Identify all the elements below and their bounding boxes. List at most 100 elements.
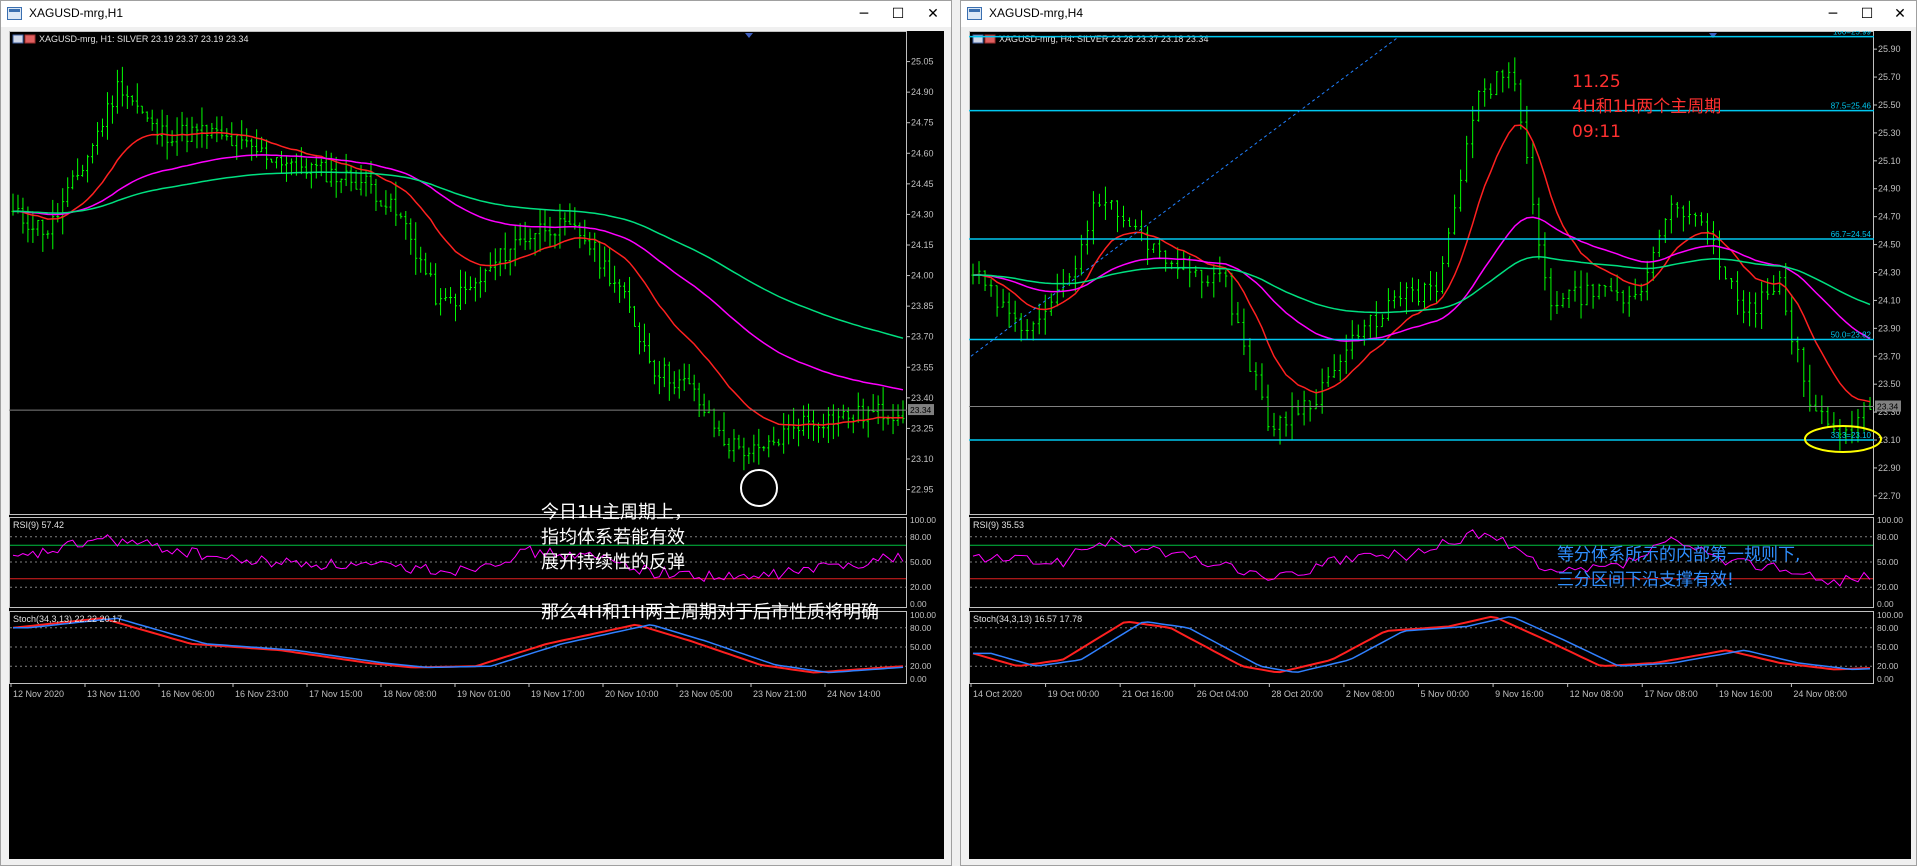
annotation-blue-line: 等分体系所示的内部第一规则下, [1557,545,1800,565]
time-tick-label: 13 Nov 11:00 [87,689,140,699]
minimize-button[interactable]: ─ [849,3,879,25]
time-tick-label: 12 Nov 08:00 [1570,689,1624,699]
stoch-signal-line [973,616,1871,673]
ema-mid-line [972,216,1871,342]
rsi-tick-label: 0.00 [910,599,927,609]
annotation-red-line: 4H和1H两个主周期 [1572,97,1721,117]
chart-info-line: XAGUSD-mrg, H1: SILVER 23.19 23.37 23.19… [39,34,248,44]
annotation-text-line: 今日1H主周期上， [541,502,692,523]
stoch-tick-label: 20.00 [910,661,932,671]
ema-fast-line [12,131,903,427]
price-tick-label: 24.30 [911,209,934,219]
chart-window-icon [7,7,22,20]
price-tick-label: 24.00 [911,271,934,281]
rsi-tick-label: 0.00 [1877,599,1894,609]
price-tick-label: 23.85 [911,301,934,311]
price-tick-label: 23.55 [911,362,934,372]
price-tick-label: 23.40 [911,393,934,403]
rsi-tick-label: 20.00 [1877,582,1899,592]
rsi-label: RSI(9) 57.42 [13,520,64,530]
maximize-button[interactable]: ☐ [883,3,913,25]
stoch-main-line [972,615,1871,674]
close-button[interactable]: ✕ [918,3,948,25]
time-tick-label: 5 Nov 00:00 [1421,689,1470,699]
current-price-label: 23.34 [1877,402,1899,412]
left-titlebar[interactable]: XAGUSD-mrg,H1 ─ ☐ ✕ [1,1,951,27]
time-tick-label: 24 Nov 08:00 [1793,689,1847,699]
stoch-signal-line [13,617,904,674]
price-tick-label: 24.45 [911,179,934,189]
price-tick-label: 24.90 [911,87,934,97]
price-tick-label: 23.50 [1878,379,1901,389]
annotation-text-line: 指均体系若能有效 [541,527,685,548]
time-tick-label: 26 Oct 04:00 [1197,689,1249,699]
highlight-circle [740,469,778,507]
annotation-text-line: 那么4H和1H两主周期对于后市性质将明确 [541,602,879,623]
annotation-text-line: 展开持续性的反弹 [541,552,685,573]
rsi-tick-label: 100.00 [1877,515,1903,525]
time-tick-label: 20 Nov 10:00 [605,689,659,699]
left-window-title: XAGUSD-mrg,H1 [29,6,124,20]
price-tick-label: 22.90 [1878,463,1901,473]
time-tick-label: 18 Nov 08:00 [383,689,437,699]
time-tick-label: 19 Nov 16:00 [1719,689,1773,699]
time-tick-label: 9 Nov 16:00 [1495,689,1544,699]
price-tick-label: 22.70 [1878,491,1901,501]
chart-window-icon [967,7,982,20]
stoch-tick-label: 80.00 [910,623,932,633]
stoch-tick-label: 100.00 [1877,610,1903,620]
price-tick-label: 23.10 [911,454,934,464]
time-tick-label: 28 Oct 20:00 [1271,689,1323,699]
price-tick-label: 24.60 [911,148,934,158]
left-chart-area[interactable]: 25.05 24.90 24.75 24.60 24.45 24.30 24.15 24.00… [9,31,944,859]
price-tick-label: 22.95 [911,485,934,495]
left-chart-svg[interactable]: 25.05 24.90 24.75 24.60 24.45 24.30 24.15 24.00… [9,31,944,859]
price-tick-label: 25.50 [1878,100,1901,110]
price-tick-label: 24.10 [1878,295,1901,305]
rsi-tick-label: 80.00 [910,532,932,542]
ema-slow-line [12,171,904,339]
stoch-label: Stoch(34,3,13) 16.57 17.78 [973,614,1082,624]
price-tick-label: 25.70 [1878,72,1901,82]
time-tick-label: 23 Nov 21:00 [753,689,807,699]
ema-fast-line [972,124,1871,403]
stoch-label: Stoch(34,3,13) 22.22 20.17 [13,614,122,624]
chart-shift-marker [745,33,753,38]
price-tick-label: 23.90 [1878,323,1901,333]
time-tick-label: 16 Nov 23:00 [235,689,289,699]
price-tick-label: 25.30 [1878,128,1901,138]
time-tick-label: 21 Oct 16:00 [1122,689,1174,699]
time-tick-label: 19 Nov 01:00 [457,689,511,699]
stoch-tick-label: 100.00 [910,610,936,620]
stoch-tick-label: 50.00 [1877,642,1899,652]
price-tick-label: 25.90 [1878,44,1901,54]
minimize-button[interactable]: ─ [1818,3,1848,25]
price-tick-label: 24.75 [911,118,934,128]
annotation-blue-line: 三分区间下沿支撑有效! [1557,570,1734,590]
time-tick-label: 17 Nov 15:00 [309,689,363,699]
fib-level-label: 100=25.99 [1833,31,1872,37]
left-chart-window[interactable]: XAGUSD-mrg,H1 ─ ☐ ✕ 25.05 24.90 24.75 24.60… [0,0,952,866]
fib-level-label: 50.0=23.82 [1831,331,1872,340]
ema-mid-line [12,154,904,391]
time-tick-label: 14 Oct 2020 [973,689,1022,699]
price-tick-label: 23.25 [911,423,934,433]
symbol-icon [12,34,24,44]
stoch-tick-label: 20.00 [1877,661,1899,671]
right-chart-area[interactable]: 25.90 25.70 25.50 25.30 25.10 24.90 24.70 24.50… [969,31,1911,859]
close-button[interactable]: ✕ [1885,3,1915,25]
stoch-tick-label: 50.00 [910,642,932,652]
symbol-flag-icon [24,34,36,44]
right-chart-svg[interactable]: 25.90 25.70 25.50 25.30 25.10 24.90 24.70 24.50… [969,31,1911,859]
right-chart-window[interactable]: XAGUSD-mrg,H4 ─ ☐ ✕ 25.90 25.70 25.50 25.30… [960,0,1917,866]
maximize-button[interactable]: ☐ [1852,3,1882,25]
price-tick-label: 25.10 [1878,156,1901,166]
right-titlebar[interactable]: XAGUSD-mrg,H4 ─ ☐ ✕ [961,1,1916,27]
time-tick-label: 17 Nov 08:00 [1644,689,1698,699]
time-tick-label: 24 Nov 14:00 [827,689,881,699]
stoch-tick-label: 0.00 [1877,674,1894,684]
rsi-line [12,534,904,583]
annotation-red-line: 11.25 [1572,72,1621,92]
current-price-label: 23.34 [910,405,932,415]
rsi-tick-label: 80.00 [1877,532,1899,542]
